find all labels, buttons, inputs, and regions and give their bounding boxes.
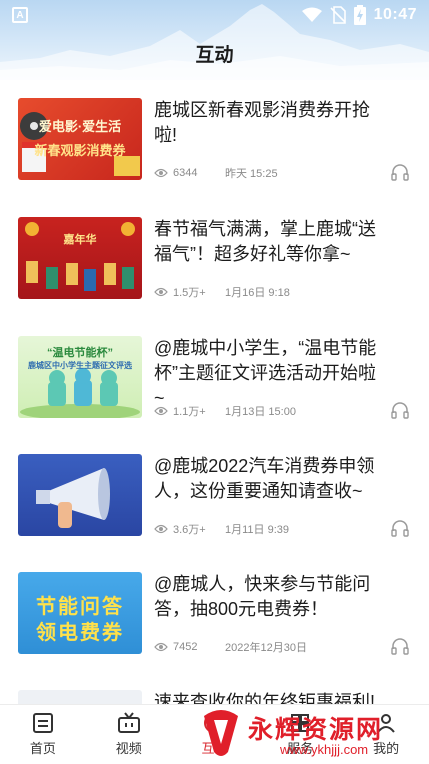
- interact-icon: [204, 713, 225, 733]
- news-title[interactable]: 春节福气满满，掌上鹿城“送福气”！超多好礼等你拿~: [154, 217, 386, 267]
- status-bar: A 10:47: [0, 0, 429, 30]
- thumbnail-caption: “温电节能杯”: [47, 347, 113, 359]
- news-item[interactable]: “温电节能杯” 鹿城区中小学生主题征文评选 @鹿城中小学生，“温电节能杯”主题征…: [0, 318, 429, 436]
- headphones-icon[interactable]: [391, 519, 409, 537]
- view-count: 7452: [173, 641, 198, 653]
- thumbnail-caption: 爱电影·爱生活: [38, 119, 122, 134]
- eye-icon: [154, 524, 168, 534]
- publish-date: 1月11日 9:39: [225, 524, 290, 536]
- eye-icon: [154, 406, 168, 416]
- news-title[interactable]: 速来查收你的年终钜惠福利!: [154, 690, 386, 704]
- tab-label: 视频: [115, 741, 142, 756]
- tab-interact[interactable]: 互动: [172, 705, 258, 764]
- thumbnail-caption: 领电费券: [36, 622, 124, 644]
- thumbnail-caption: 节能问答: [36, 596, 124, 618]
- eye-icon: [154, 287, 168, 297]
- bottom-tab-bar: 首页 视频 互动 服务 我的: [0, 704, 429, 764]
- headphones-icon[interactable]: [391, 401, 409, 419]
- festival-crowd-graphic: [25, 222, 135, 291]
- news-meta: 1.5万+ 1月16日 9:18: [154, 284, 290, 300]
- news-item[interactable]: 节能问答 领电费券 @鹿城人，快来参与节能问答，抽800元电费券！ 7452 2…: [0, 554, 429, 672]
- service-icon: [291, 714, 310, 732]
- news-list[interactable]: 爱电影·爱生活 新春观影消费券 鹿城区新春观影消费券开抢啦! 6344 昨天 1…: [0, 80, 429, 704]
- news-meta: 1.1万+ 1月13日 15:00: [154, 403, 296, 419]
- news-meta: 7452 2022年12月30日: [154, 639, 307, 655]
- news-item[interactable]: 爱电影·爱生活 新春观影消费券 鹿城区新春观影消费券开抢啦! 6344 昨天 1…: [0, 80, 429, 198]
- news-item[interactable]: @鹿城2022汽车消费券申领人，这份重要通知请查收~ 3.6万+ 1月11日 9…: [0, 436, 429, 554]
- news-title[interactable]: @鹿城中小学生，“温电节能杯”主题征文评选活动开始啦~: [154, 336, 386, 411]
- news-item[interactable]: 速来查收你的年终钜惠福利!: [0, 672, 429, 704]
- wifi-icon: [301, 7, 322, 22]
- battery-charging-icon: [353, 5, 366, 25]
- thumbnail-caption: 新春观影消费券: [34, 143, 126, 158]
- thumbnail-caption: 嘉年华: [63, 234, 97, 246]
- megaphone-graphic: [36, 468, 110, 528]
- news-thumbnail[interactable]: 嘉年华: [18, 217, 142, 299]
- news-thumbnail[interactable]: 节能问答 领电费券: [18, 572, 142, 654]
- headphones-icon[interactable]: [391, 637, 409, 655]
- view-count: 1.1万+: [173, 406, 206, 418]
- tab-profile[interactable]: 我的: [343, 705, 429, 764]
- tab-label: 服务: [287, 741, 314, 756]
- news-thumbnail[interactable]: “温电节能杯” 鹿城区中小学生主题征文评选: [18, 336, 142, 418]
- eye-icon: [154, 642, 168, 652]
- tab-label: 互动: [201, 741, 228, 756]
- view-count: 3.6万+: [173, 524, 206, 536]
- profile-icon: [377, 714, 395, 733]
- home-icon: [32, 713, 53, 733]
- notification-app-icon: A: [12, 7, 28, 23]
- clock: 10:47: [373, 6, 417, 23]
- view-count: 1.5万+: [173, 287, 206, 299]
- tab-service[interactable]: 服务: [257, 705, 343, 764]
- news-meta: 6344 昨天 15:25: [154, 165, 278, 181]
- view-count: 6344: [173, 167, 198, 179]
- tv-icon: [117, 712, 140, 733]
- tab-label: 我的: [373, 741, 400, 756]
- film-reel-graphic: [20, 112, 140, 176]
- header: A 10:47 互动: [0, 0, 429, 80]
- publish-date: 1月16日 9:18: [225, 287, 290, 299]
- news-title[interactable]: 鹿城区新春观影消费券开抢啦!: [154, 98, 386, 148]
- publish-date: 昨天 15:25: [225, 168, 278, 180]
- page-title: 互动: [195, 45, 234, 66]
- news-thumbnail[interactable]: 爱电影·爱生活 新春观影消费券: [18, 98, 142, 180]
- news-thumbnail[interactable]: [18, 690, 142, 704]
- no-sim-icon: [330, 6, 346, 24]
- tab-video[interactable]: 视频: [86, 705, 172, 764]
- publish-date: 2022年12月30日: [225, 642, 307, 654]
- news-item[interactable]: 嘉年华 春节福气满满，掌上鹿城“送福气”！超多好礼等你拿~ 1.5万+ 1月16…: [0, 199, 429, 317]
- tab-home[interactable]: 首页: [0, 705, 86, 764]
- news-title[interactable]: @鹿城2022汽车消费券申领人，这份重要通知请查收~: [154, 454, 386, 504]
- eye-icon: [154, 168, 168, 178]
- thumbnail-caption: 鹿城区中小学生主题征文评选: [28, 361, 132, 370]
- headphones-icon[interactable]: [391, 163, 409, 181]
- publish-date: 1月13日 15:00: [225, 406, 296, 418]
- news-title[interactable]: @鹿城人，快来参与节能问答，抽800元电费券！: [154, 572, 386, 622]
- news-meta: 3.6万+ 1月11日 9:39: [154, 521, 289, 537]
- news-thumbnail[interactable]: [18, 454, 142, 536]
- tab-label: 首页: [29, 741, 56, 756]
